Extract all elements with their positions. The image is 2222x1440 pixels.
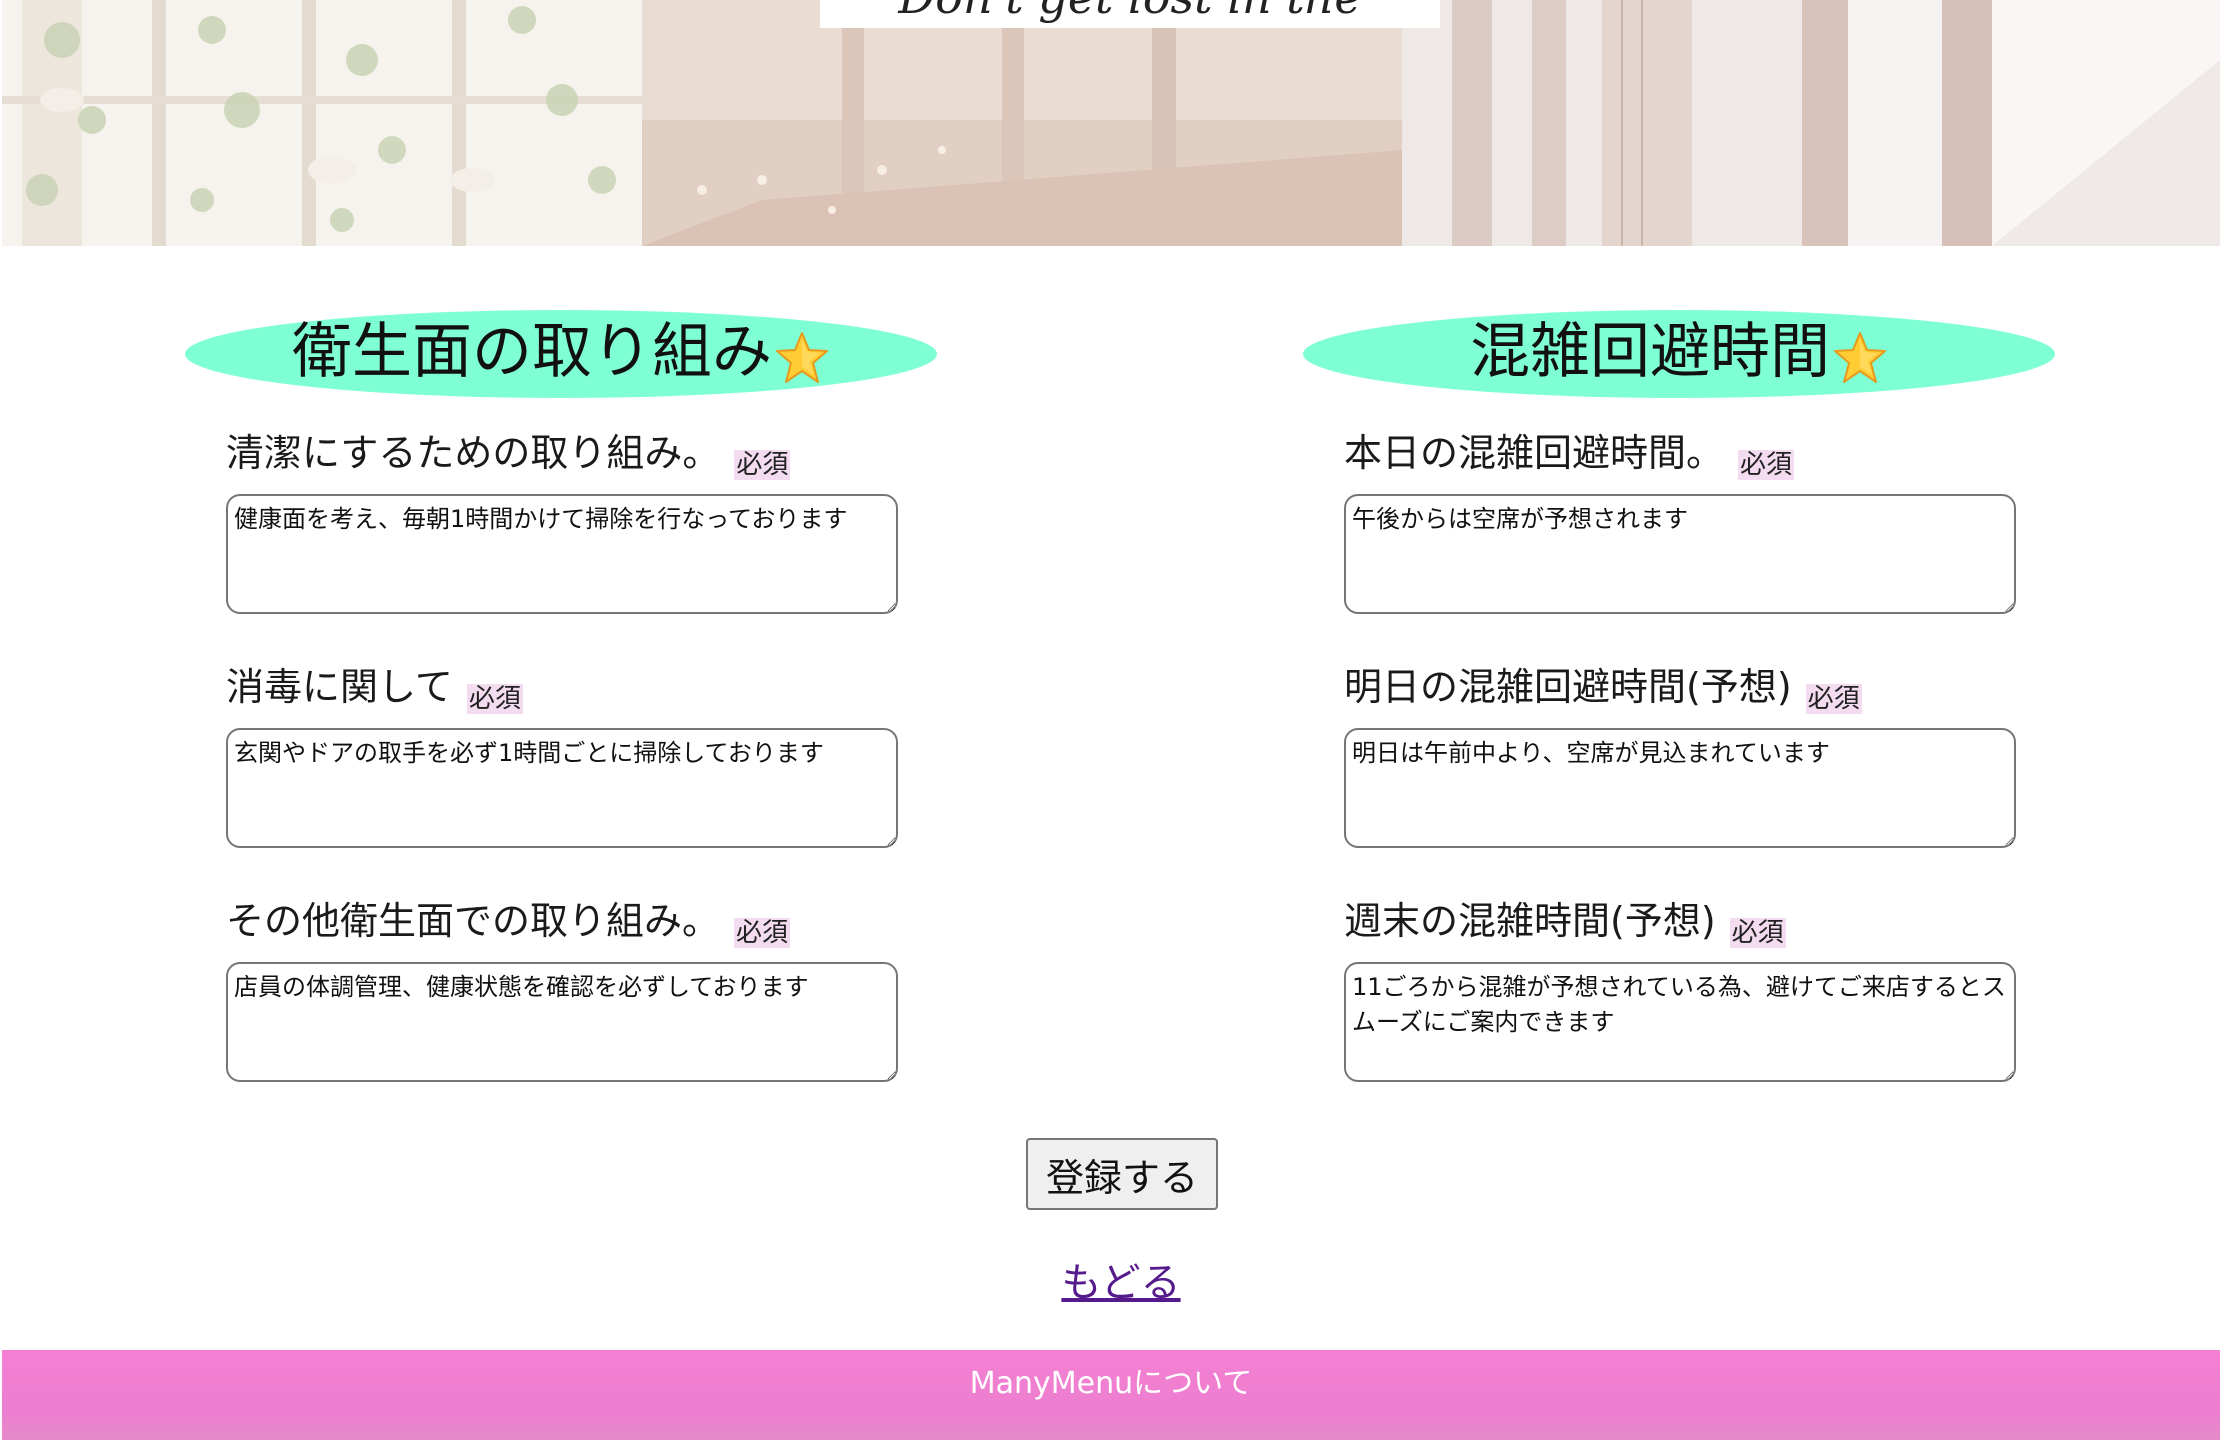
field-label-row: 消毒に関して 必須 [226, 662, 898, 722]
submit-button[interactable]: 登録する [1026, 1138, 1218, 1210]
tomorrow-congestion-textarea[interactable]: 明日は午前中より、空席が見込まれています [1344, 728, 2016, 848]
field-label: 明日の混雑回避時間(予想) [1344, 665, 1792, 709]
cleanliness-textarea[interactable]: 健康面を考え、毎朝1時間かけて掃除を行なっております [226, 494, 898, 614]
section-heading-text: 混雑回避時間 [1470, 317, 1830, 387]
hero-background-image [2, 0, 2220, 246]
required-badge: 必須 [466, 684, 523, 714]
weekend-congestion-textarea[interactable]: 11ごろから混雑が予想されている為、避けてご来店するとスムーズにご案内できます [1344, 962, 2016, 1082]
field-label-row: 本日の混雑回避時間。 必須 [1344, 428, 2016, 488]
field-weekend-congestion: 週末の混雑時間(予想) 必須 11ごろから混雑が予想されている為、避けてご来店する… [1344, 896, 2016, 1082]
field-label: 清潔にするための取り組み。 [226, 431, 721, 475]
field-label-row: 清潔にするための取り組み。 必須 [226, 428, 898, 488]
field-label: 消毒に関して [226, 665, 453, 709]
required-badge: 必須 [734, 450, 791, 480]
required-badge: 必須 [734, 918, 791, 948]
field-label-row: 週末の混雑時間(予想) 必須 [1344, 896, 2016, 956]
section-heading-text: 衛生面の取り組み [292, 317, 772, 387]
field-label-row: 明日の混雑回避時間(予想) 必須 [1344, 662, 2016, 722]
hero-tagline-box: Don't get lost in the menu. [820, 0, 1440, 28]
required-badge: 必須 [1729, 918, 1786, 948]
field-disinfection: 消毒に関して 必須 玄関やドアの取手を必ず1時間ごとに掃除しております [226, 662, 898, 848]
other-hygiene-textarea[interactable]: 店員の体調管理、健康状態を確認を必ずしております [226, 962, 898, 1082]
footer: ManyMenuについて [2, 1350, 2220, 1440]
field-label: 週末の混雑時間(予想) [1344, 899, 1716, 943]
section-heading-hygiene: 衛生面の取り組み [185, 310, 937, 398]
today-congestion-textarea[interactable]: 午後からは空席が予想されます [1344, 494, 2016, 614]
section-heading-congestion: 混雑回避時間 [1303, 310, 2055, 398]
required-badge: 必須 [1805, 684, 1862, 714]
field-tomorrow-congestion: 明日の混雑回避時間(予想) 必須 明日は午前中より、空席が見込まれています [1344, 662, 2016, 848]
field-today-congestion: 本日の混雑回避時間。 必須 午後からは空席が予想されます [1344, 428, 2016, 614]
hero-banner: Don't get lost in the menu. [2, 0, 2220, 246]
field-cleanliness: 清潔にするための取り組み。 必須 健康面を考え、毎朝1時間かけて掃除を行なっており… [226, 428, 898, 614]
field-label-row: その他衛生面での取り組み。 必須 [226, 896, 898, 956]
star-icon [776, 332, 828, 383]
star-icon [1834, 332, 1886, 383]
footer-about-link[interactable]: ManyMenuについて [2, 1358, 2220, 1402]
back-link[interactable]: もどる [1030, 1250, 1212, 1308]
disinfection-textarea[interactable]: 玄関やドアの取手を必ず1時間ごとに掃除しております [226, 728, 898, 848]
hero-tagline: Don't get lost in the menu. [820, 0, 1440, 28]
field-label: その他衛生面での取り組み。 [226, 899, 721, 943]
required-badge: 必須 [1738, 450, 1795, 480]
field-other-hygiene: その他衛生面での取り組み。 必須 店員の体調管理、健康状態を確認を必ずしております [226, 896, 898, 1082]
field-label: 本日の混雑回避時間。 [1344, 431, 1725, 475]
